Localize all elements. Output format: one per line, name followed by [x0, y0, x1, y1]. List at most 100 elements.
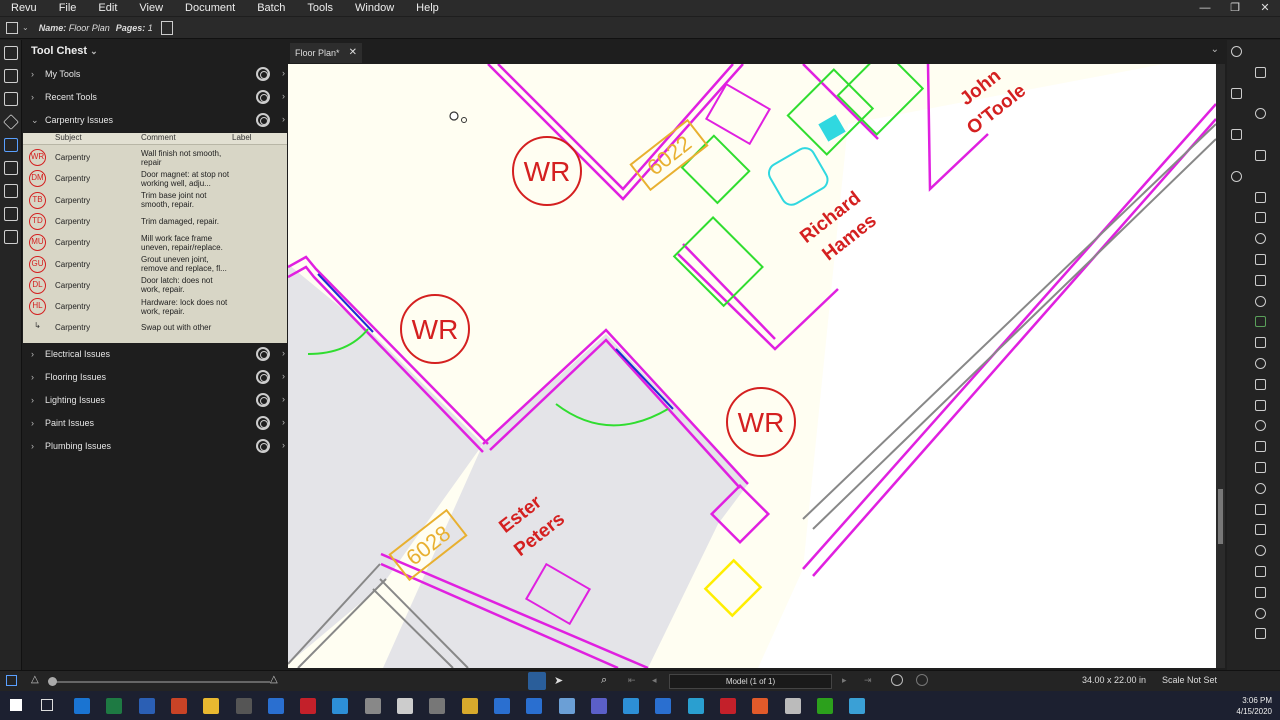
column-subject[interactable]: Subject — [55, 133, 82, 142]
arrow-right-icon[interactable]: › — [282, 371, 285, 381]
gear-icon[interactable] — [256, 113, 270, 127]
settings-icon[interactable] — [1231, 46, 1242, 57]
polyline-icon[interactable] — [1255, 462, 1266, 473]
section-my-tools[interactable]: › My Tools › — [23, 63, 288, 85]
zoom-slider[interactable] — [50, 681, 270, 683]
bookmarks-icon[interactable] — [4, 69, 18, 83]
camera-icon[interactable] — [1255, 358, 1266, 369]
task-view-icon[interactable] — [41, 699, 53, 711]
file-explorer-icon[interactable] — [203, 698, 220, 714]
previous-view-icon[interactable] — [891, 674, 903, 686]
app-icon[interactable] — [364, 698, 381, 714]
revu2-icon[interactable] — [493, 698, 510, 714]
link-icon[interactable] — [1255, 316, 1266, 328]
page-navigator[interactable]: Model (1 of 1) — [669, 674, 832, 689]
menu-view[interactable]: View — [128, 0, 174, 16]
tab-floor-plan[interactable]: Floor Plan* ✕ — [290, 43, 362, 63]
stamp-tool-icon[interactable] — [1255, 254, 1266, 265]
arc-icon[interactable] — [1255, 441, 1266, 453]
next-view-icon[interactable] — [916, 674, 928, 686]
panel-title[interactable]: Tool Chest ⌄ — [23, 40, 288, 62]
arrow-right-icon[interactable]: › — [282, 394, 285, 404]
arrow-right-icon[interactable]: › — [282, 91, 285, 101]
tool-row[interactable]: HL Carpentry Hardware: lock does not work,… — [23, 296, 287, 317]
search-icon[interactable] — [1255, 191, 1266, 203]
arrow-right-icon[interactable]: › — [282, 114, 285, 124]
tool-row[interactable]: ↳ Carpentry Swap out with other — [23, 317, 287, 338]
tab-list-dropdown-icon[interactable]: ⌄ — [1211, 44, 1219, 55]
tool-row[interactable]: WR Carpentry Wall finish not smooth, repai… — [23, 147, 287, 168]
length-icon[interactable] — [1255, 607, 1266, 619]
section-flooring-issues[interactable]: › Flooring Issues › — [23, 366, 288, 388]
revu3-icon[interactable] — [526, 698, 543, 714]
app2-icon[interactable] — [429, 698, 446, 714]
section-recent-tools[interactable]: › Recent Tools › — [23, 86, 288, 108]
notepad-icon[interactable] — [397, 698, 413, 714]
markup-wr-3[interactable]: WR — [726, 387, 796, 457]
alert-icon[interactable]: △ — [270, 674, 278, 685]
polygon-icon[interactable] — [1255, 212, 1266, 224]
cloud-icon[interactable] — [1255, 566, 1266, 577]
arrow-right-icon[interactable]: › — [282, 440, 285, 450]
app3-icon[interactable] — [558, 698, 575, 714]
gear-icon[interactable] — [256, 347, 270, 361]
start-icon[interactable] — [10, 699, 22, 711]
chrome-icon[interactable] — [461, 698, 478, 714]
excel-icon[interactable] — [106, 698, 123, 714]
dropdown-icon[interactable]: ⌄ — [22, 23, 29, 32]
floor-plan-drawing[interactable]: 6022 6028 John O'Toole Richard Hames Est… — [288, 64, 1216, 668]
close-tab-icon[interactable]: ✕ — [349, 43, 357, 63]
callout-icon[interactable] — [1231, 170, 1242, 182]
edge2-icon[interactable] — [623, 698, 640, 714]
ruler-icon[interactable] — [1231, 87, 1242, 99]
app5-icon[interactable] — [752, 698, 769, 714]
powerpoint-icon[interactable] — [170, 698, 187, 714]
last-page-icon[interactable]: ⇥ — [864, 675, 872, 686]
tool-row[interactable]: GU Carpentry Grout uneven joint, remove an… — [23, 254, 287, 275]
menu-edit[interactable]: Edit — [87, 0, 128, 16]
measurements-icon[interactable] — [4, 207, 18, 221]
vertical-scrollbar[interactable] — [1216, 64, 1225, 668]
menu-revu[interactable]: Revu — [0, 0, 48, 16]
gear-icon[interactable] — [256, 67, 270, 81]
rectangle-icon[interactable] — [1255, 503, 1266, 515]
arrow-right-icon[interactable]: › — [282, 68, 285, 78]
thumbnails-icon[interactable] — [4, 46, 18, 60]
image-icon[interactable] — [1255, 274, 1266, 286]
acrobat-icon[interactable] — [300, 698, 317, 714]
gear-icon[interactable] — [256, 370, 270, 384]
section-carpentry-issues[interactable]: ⌄ Carpentry Issues › — [23, 109, 288, 131]
tool-row[interactable]: DM Carpentry Door magnet: at stop not work… — [23, 168, 287, 189]
menu-window[interactable]: Window — [344, 0, 405, 16]
acrobat2-icon[interactable] — [720, 698, 736, 714]
next-page-icon[interactable]: ▸ — [842, 675, 847, 686]
tool-row[interactable]: TB Carpentry Trim base joint not smooth, r… — [23, 190, 287, 211]
menu-batch[interactable]: Batch — [246, 0, 296, 16]
drawing-canvas[interactable]: 6022 6028 John O'Toole Richard Hames Est… — [288, 64, 1216, 668]
revu4-icon[interactable] — [655, 698, 672, 714]
line-icon[interactable] — [1255, 399, 1266, 411]
markup-wr-2[interactable]: WR — [400, 294, 470, 364]
scale-status[interactable]: Scale Not Set — [1162, 675, 1217, 685]
edge-icon[interactable] — [332, 698, 349, 714]
scrollbar-thumb[interactable] — [1218, 489, 1223, 544]
layers-icon[interactable] — [3, 114, 19, 130]
tool-chest-icon[interactable] — [4, 138, 18, 152]
zoom-tool-icon[interactable]: ⌕ — [601, 674, 607, 687]
text-icon[interactable] — [1255, 66, 1266, 78]
revu-icon[interactable] — [267, 698, 284, 714]
menu-document[interactable]: Document — [174, 0, 246, 16]
tool-row[interactable]: MU Carpentry Mill work face frame uneven, … — [23, 232, 287, 253]
app7-icon[interactable] — [849, 698, 866, 714]
prev-page-icon[interactable]: ◂ — [652, 675, 657, 686]
section-paint-issues[interactable]: › Paint Issues › — [23, 412, 288, 434]
pan-tool-icon[interactable] — [528, 672, 546, 690]
polygon-tool-icon[interactable] — [1255, 545, 1266, 557]
system-clock[interactable]: 3:06 PM 4/15/2020 — [1236, 695, 1272, 717]
markup-list-icon[interactable] — [1255, 233, 1266, 245]
page-properties-icon[interactable] — [160, 20, 173, 35]
tool-row[interactable]: TD Carpentry Trim damaged, repair. — [23, 211, 287, 232]
close-icon[interactable]: ✕ — [1250, 0, 1280, 16]
section-plumbing-issues[interactable]: › Plumbing Issues › — [23, 435, 288, 457]
menu-help[interactable]: Help — [405, 0, 450, 16]
